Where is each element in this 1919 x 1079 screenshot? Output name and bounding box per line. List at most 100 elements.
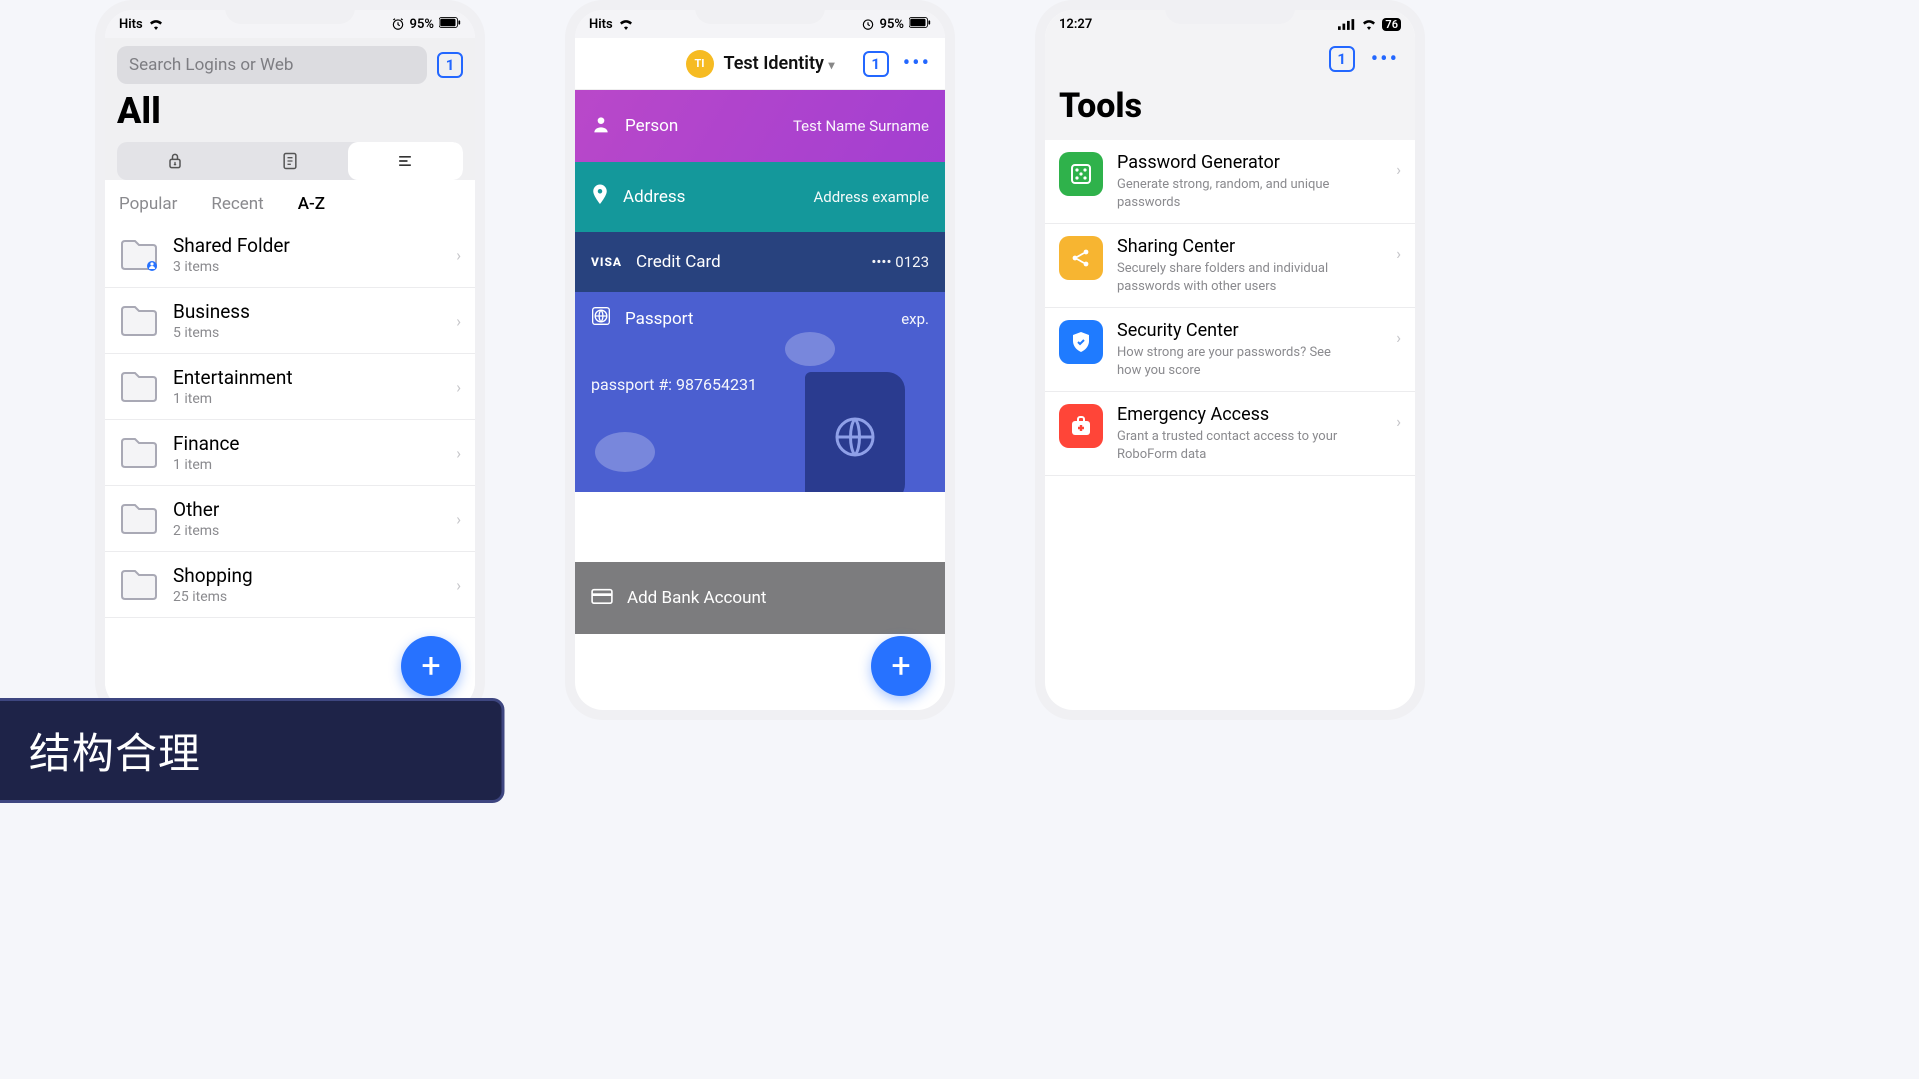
folder-icon	[119, 304, 159, 338]
card-label: Credit Card	[636, 252, 721, 272]
card-credit-card[interactable]: VISA Credit Card •••• 0123	[575, 232, 945, 292]
identity-dropdown[interactable]: Test Identity ▾	[724, 53, 835, 74]
chevron-right-icon: ›	[456, 245, 461, 264]
tab-recent[interactable]: Recent	[211, 194, 263, 214]
wallet-icon	[591, 587, 613, 610]
card-person[interactable]: Person Test Name Surname	[575, 90, 945, 162]
chevron-right-icon: ›	[456, 443, 461, 462]
note-icon	[280, 151, 300, 171]
notch	[225, 0, 355, 24]
phone-3-frame: 12:27 76 1 ••• Tools	[1035, 0, 1425, 720]
chevron-right-icon: ›	[1396, 160, 1401, 179]
carrier-label: Hits	[119, 17, 143, 32]
tab-count-button[interactable]: 1	[1329, 46, 1355, 72]
card-value: Test Name Surname	[793, 117, 929, 135]
search-input[interactable]: Search Logins or Web	[117, 46, 427, 84]
seg-tab-logins[interactable]	[117, 142, 232, 180]
caption-banner: RoboForm的iOS应用界面直观，结构合理	[0, 698, 505, 803]
battery-badge: 76	[1382, 18, 1401, 31]
add-fab[interactable]: +	[871, 636, 931, 696]
folder-row[interactable]: Business 5 items ›	[105, 288, 475, 354]
folder-subtitle: 1 item	[173, 457, 239, 473]
folder-list: Shared Folder 3 items › Business 5 items…	[105, 222, 475, 710]
tool-subtitle: Securely share folders and individual pa…	[1117, 260, 1347, 295]
tab-count-value: 1	[446, 56, 455, 74]
folder-title: Shopping	[173, 564, 253, 587]
tab-count-value: 1	[1337, 50, 1346, 68]
card-add-bank[interactable]: Add Bank Account	[575, 562, 945, 634]
folder-icon	[119, 568, 159, 602]
chevron-right-icon: ›	[456, 377, 461, 396]
chevron-right-icon: ›	[456, 509, 461, 528]
seg-tab-notes[interactable]	[232, 142, 347, 180]
tool-title: Security Center	[1117, 320, 1347, 341]
wifi-icon	[1361, 18, 1377, 30]
chevron-right-icon: ›	[456, 311, 461, 330]
folder-subtitle: 2 items	[173, 523, 219, 539]
list-icon	[395, 151, 415, 171]
carrier-label: Hits	[589, 17, 613, 32]
card-label: Person	[625, 116, 678, 136]
card-passport[interactable]: Passport exp. passport #: 987654231	[575, 292, 945, 492]
tab-az[interactable]: A-Z	[298, 194, 325, 214]
wifi-icon	[618, 18, 634, 30]
folder-row[interactable]: Entertainment 1 item ›	[105, 354, 475, 420]
folder-subtitle: 1 item	[173, 391, 293, 407]
pin-icon	[591, 184, 609, 211]
alarm-icon	[861, 17, 875, 31]
passport-booklet-icon	[805, 372, 905, 492]
folder-row[interactable]: Other 2 items ›	[105, 486, 475, 552]
folder-title: Finance	[173, 432, 239, 455]
folder-icon	[119, 436, 159, 470]
passport-number: passport #: 987654231	[591, 375, 757, 394]
phone-2-frame: Hits 95% TI Test Identity ▾	[565, 0, 955, 720]
folder-title: Other	[173, 498, 219, 521]
tool-subtitle: Generate strong, random, and unique pass…	[1117, 176, 1347, 211]
card-label: Passport	[625, 309, 693, 329]
card-address[interactable]: Address Address example	[575, 162, 945, 232]
card-value: •••• 0123	[871, 253, 929, 271]
tool-subtitle: Grant a trusted contact access to your R…	[1117, 428, 1347, 463]
folder-title: Entertainment	[173, 366, 293, 389]
more-menu-button[interactable]: •••	[901, 51, 933, 76]
folder-icon	[119, 370, 159, 404]
folder-row[interactable]: Shopping 25 items ›	[105, 552, 475, 618]
signal-icon	[1338, 19, 1356, 30]
battery-icon	[439, 17, 461, 32]
folder-row[interactable]: Finance 1 item ›	[105, 420, 475, 486]
folder-icon	[119, 238, 159, 272]
card-label: Address	[623, 187, 685, 207]
tool-title: Emergency Access	[1117, 404, 1347, 425]
identity-name-text: Test Identity	[724, 53, 824, 74]
plus-icon: +	[891, 646, 910, 686]
sort-tabs: Popular Recent A-Z	[119, 194, 461, 214]
card-label: Add Bank Account	[627, 588, 766, 608]
tool-row[interactable]: Emergency Access Grant a trusted contact…	[1045, 392, 1415, 476]
avatar-badge: TI	[686, 50, 714, 78]
visa-brand: VISA	[591, 255, 622, 269]
notch	[1165, 0, 1295, 24]
tab-count-button[interactable]: 1	[863, 51, 889, 77]
tool-title: Password Generator	[1117, 152, 1347, 173]
alarm-icon	[391, 17, 405, 31]
add-fab[interactable]: +	[401, 636, 461, 696]
passport-exp: exp.	[901, 310, 929, 328]
battery-percent: 95%	[410, 17, 434, 32]
view-segmented-tabs	[117, 142, 463, 180]
tools-list: Password Generator Generate strong, rand…	[1045, 140, 1415, 476]
tab-popular[interactable]: Popular	[119, 194, 177, 214]
tool-row[interactable]: Security Center How strong are your pass…	[1045, 308, 1415, 392]
tab-count-value: 1	[871, 55, 880, 73]
folder-row[interactable]: Shared Folder 3 items ›	[105, 222, 475, 288]
dice-icon	[1059, 152, 1103, 196]
page-title: Tools	[1045, 82, 1415, 140]
tab-count-button[interactable]: 1	[437, 52, 463, 78]
notch	[695, 0, 825, 24]
seg-tab-list[interactable]	[348, 142, 463, 180]
globe-icon	[591, 306, 611, 331]
time-label: 12:27	[1059, 17, 1092, 32]
chevron-right-icon: ›	[1396, 328, 1401, 347]
tool-row[interactable]: Password Generator Generate strong, rand…	[1045, 140, 1415, 224]
tool-row[interactable]: Sharing Center Securely share folders an…	[1045, 224, 1415, 308]
more-menu-button[interactable]: •••	[1369, 47, 1401, 72]
